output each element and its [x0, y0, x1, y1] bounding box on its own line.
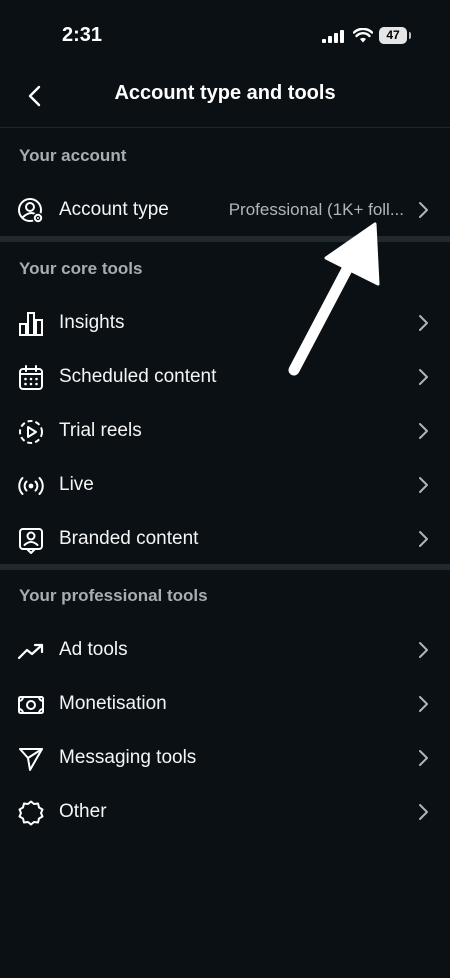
- section-title-your-account: Your account: [19, 146, 127, 165]
- row-live[interactable]: Live: [0, 457, 450, 511]
- row-branded-content[interactable]: Branded content: [0, 511, 450, 565]
- branded-content-icon: [17, 526, 45, 554]
- gear-icon: [17, 799, 45, 827]
- row-label: Live: [59, 474, 94, 495]
- chevron-right-icon: [419, 642, 428, 658]
- money-icon: [17, 691, 45, 719]
- calendar-icon: [17, 364, 45, 392]
- chevron-right-icon: [419, 202, 428, 218]
- chevron-right-icon: [419, 423, 428, 439]
- account-type-value: Professional (1K+ foll...: [228, 200, 404, 219]
- play-dashed-icon: [17, 418, 45, 446]
- row-label: Insights: [59, 312, 125, 333]
- annotation-arrow-icon: [288, 222, 380, 376]
- chevron-right-icon: [419, 315, 428, 331]
- row-messaging-tools[interactable]: Messaging tools: [0, 730, 450, 784]
- row-label: Messaging tools: [59, 747, 197, 768]
- row-scheduled-content[interactable]: Scheduled content: [0, 349, 450, 403]
- signal-icon: [322, 30, 344, 43]
- row-insights[interactable]: Insights: [0, 295, 450, 349]
- row-label: Account type: [59, 199, 169, 220]
- row-label: Ad tools: [59, 639, 128, 660]
- bar-chart-icon: [17, 310, 45, 338]
- battery-icon: 47: [379, 27, 411, 44]
- chevron-right-icon: [419, 750, 428, 766]
- row-monetisation[interactable]: Monetisation: [0, 676, 450, 730]
- wifi-icon: [353, 28, 373, 43]
- section-title-core-tools: Your core tools: [19, 259, 143, 278]
- row-label: Branded content: [59, 528, 199, 549]
- account-settings-icon: [17, 197, 45, 225]
- row-other[interactable]: Other: [0, 784, 450, 838]
- row-ad-tools[interactable]: Ad tools: [0, 622, 450, 676]
- status-bar: 2:31 47: [0, 0, 450, 66]
- send-icon: [17, 745, 45, 773]
- page-title: Account type and tools: [114, 82, 336, 104]
- row-label: Trial reels: [59, 420, 142, 441]
- chevron-right-icon: [419, 477, 428, 493]
- row-account-type[interactable]: Account type Professional (1K+ foll...: [0, 182, 450, 236]
- status-time: 2:31: [62, 24, 103, 46]
- trend-up-icon: [17, 637, 45, 665]
- section-divider: [0, 236, 450, 242]
- chevron-right-icon: [419, 369, 428, 385]
- section-divider: [0, 564, 450, 570]
- broadcast-icon: [17, 472, 45, 500]
- battery-level: 47: [386, 28, 400, 42]
- chevron-right-icon: [419, 696, 428, 712]
- row-label: Scheduled content: [59, 366, 217, 387]
- chevron-right-icon: [419, 531, 428, 547]
- nav-header: Account type and tools: [0, 66, 450, 128]
- section-title-professional-tools: Your professional tools: [19, 586, 208, 605]
- row-label: Other: [59, 801, 107, 822]
- chevron-right-icon: [419, 804, 428, 820]
- row-trial-reels[interactable]: Trial reels: [0, 403, 450, 457]
- row-label: Monetisation: [59, 693, 167, 714]
